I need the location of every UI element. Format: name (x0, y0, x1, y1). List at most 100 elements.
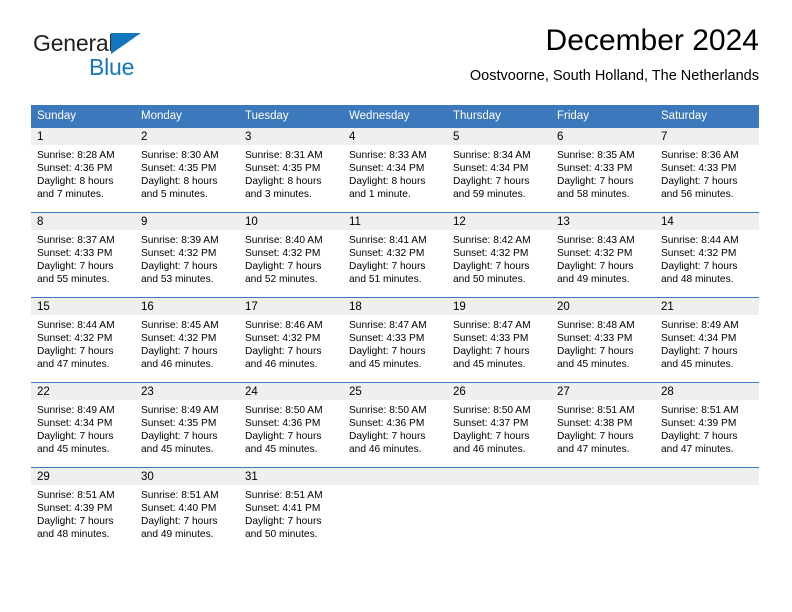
day-number: 3 (239, 128, 343, 145)
day-number (447, 468, 551, 485)
sunset-text: Sunset: 4:36 PM (37, 163, 113, 175)
sunset-text: Sunset: 4:32 PM (245, 333, 321, 345)
sunset-text: Sunset: 4:34 PM (349, 163, 425, 175)
day-cell[interactable]: 5 Sunrise: 8:34 AM Sunset: 4:34 PM Dayli… (447, 127, 551, 213)
daylight-text-line2: and 59 minutes. (453, 189, 526, 201)
day-cell[interactable]: 17 Sunrise: 8:46 AM Sunset: 4:32 PM Dayl… (239, 297, 343, 383)
day-number: 4 (343, 128, 447, 145)
calendar-week-row: 1 Sunrise: 8:28 AM Sunset: 4:36 PM Dayli… (31, 127, 759, 213)
day-number: 2 (135, 128, 239, 145)
day-cell[interactable]: 26 Sunrise: 8:50 AM Sunset: 4:37 PM Dayl… (447, 382, 551, 468)
day-details: Sunrise: 8:49 AM Sunset: 4:34 PM Dayligh… (31, 400, 135, 456)
day-cell[interactable]: 10 Sunrise: 8:40 AM Sunset: 4:32 PM Dayl… (239, 212, 343, 298)
day-cell[interactable]: 6 Sunrise: 8:35 AM Sunset: 4:33 PM Dayli… (551, 127, 655, 213)
day-details: Sunrise: 8:43 AM Sunset: 4:32 PM Dayligh… (551, 230, 655, 286)
day-cell[interactable]: 15 Sunrise: 8:44 AM Sunset: 4:32 PM Dayl… (31, 297, 135, 383)
calendar-week-row: 29 Sunrise: 8:51 AM Sunset: 4:39 PM Dayl… (31, 467, 759, 552)
day-cell[interactable]: 23 Sunrise: 8:49 AM Sunset: 4:35 PM Dayl… (135, 382, 239, 468)
day-cell[interactable]: 29 Sunrise: 8:51 AM Sunset: 4:39 PM Dayl… (31, 467, 135, 552)
calendar-page: General Blue December 2024 Oostvoorne, S… (0, 0, 792, 612)
day-number: 9 (135, 213, 239, 230)
daylight-text-line1: Daylight: 7 hours (661, 431, 738, 443)
sunrise-text: Sunrise: 8:51 AM (557, 405, 635, 416)
daylight-text-line1: Daylight: 7 hours (557, 346, 634, 358)
daylight-text-line1: Daylight: 7 hours (245, 261, 322, 273)
day-cell[interactable]: 24 Sunrise: 8:50 AM Sunset: 4:36 PM Dayl… (239, 382, 343, 468)
sunrise-text: Sunrise: 8:49 AM (37, 405, 115, 416)
day-details: Sunrise: 8:42 AM Sunset: 4:32 PM Dayligh… (447, 230, 551, 286)
daylight-text-line1: Daylight: 7 hours (141, 431, 218, 443)
day-cell[interactable]: 13 Sunrise: 8:43 AM Sunset: 4:32 PM Dayl… (551, 212, 655, 298)
sunset-text: Sunset: 4:33 PM (453, 333, 529, 345)
daylight-text-line1: Daylight: 7 hours (141, 346, 218, 358)
sunset-text: Sunset: 4:32 PM (245, 248, 321, 260)
sunset-text: Sunset: 4:32 PM (557, 248, 633, 260)
sunrise-text: Sunrise: 8:50 AM (245, 405, 323, 416)
day-cell[interactable]: 31 Sunrise: 8:51 AM Sunset: 4:41 PM Dayl… (239, 467, 343, 552)
day-details: Sunrise: 8:39 AM Sunset: 4:32 PM Dayligh… (135, 230, 239, 286)
general-blue-logo[interactable]: General Blue (33, 30, 213, 84)
sunrise-text: Sunrise: 8:42 AM (453, 235, 531, 246)
day-cell[interactable]: 19 Sunrise: 8:47 AM Sunset: 4:33 PM Dayl… (447, 297, 551, 383)
sunset-text: Sunset: 4:32 PM (349, 248, 425, 260)
sunrise-text: Sunrise: 8:51 AM (141, 490, 219, 501)
daylight-text-line1: Daylight: 7 hours (245, 346, 322, 358)
day-cell[interactable]: 7 Sunrise: 8:36 AM Sunset: 4:33 PM Dayli… (655, 127, 759, 213)
day-details: Sunrise: 8:51 AM Sunset: 4:40 PM Dayligh… (135, 485, 239, 541)
day-cell[interactable]: 30 Sunrise: 8:51 AM Sunset: 4:40 PM Dayl… (135, 467, 239, 552)
daylight-text-line2: and 47 minutes. (37, 359, 110, 371)
day-cell[interactable]: 8 Sunrise: 8:37 AM Sunset: 4:33 PM Dayli… (31, 212, 135, 298)
daylight-text-line2: and 45 minutes. (37, 444, 110, 456)
day-cell[interactable]: 22 Sunrise: 8:49 AM Sunset: 4:34 PM Dayl… (31, 382, 135, 468)
day-number: 17 (239, 298, 343, 315)
sunrise-text: Sunrise: 8:35 AM (557, 150, 635, 161)
day-cell[interactable]: 16 Sunrise: 8:45 AM Sunset: 4:32 PM Dayl… (135, 297, 239, 383)
day-number: 28 (655, 383, 759, 400)
sunrise-text: Sunrise: 8:43 AM (557, 235, 635, 246)
day-cell[interactable]: 4 Sunrise: 8:33 AM Sunset: 4:34 PM Dayli… (343, 127, 447, 213)
day-cell[interactable]: 2 Sunrise: 8:30 AM Sunset: 4:35 PM Dayli… (135, 127, 239, 213)
day-cell[interactable]: 21 Sunrise: 8:49 AM Sunset: 4:34 PM Dayl… (655, 297, 759, 383)
day-cell[interactable]: 25 Sunrise: 8:50 AM Sunset: 4:36 PM Dayl… (343, 382, 447, 468)
sunrise-text: Sunrise: 8:51 AM (661, 405, 739, 416)
daylight-text-line1: Daylight: 8 hours (141, 176, 218, 188)
day-details: Sunrise: 8:47 AM Sunset: 4:33 PM Dayligh… (343, 315, 447, 371)
day-number: 27 (551, 383, 655, 400)
day-details: Sunrise: 8:50 AM Sunset: 4:36 PM Dayligh… (239, 400, 343, 456)
daylight-text-line2: and 3 minutes. (245, 189, 312, 201)
daylight-text-line2: and 51 minutes. (349, 274, 422, 286)
sunrise-text: Sunrise: 8:30 AM (141, 150, 219, 161)
sunset-text: Sunset: 4:32 PM (141, 248, 217, 260)
day-details (655, 485, 759, 489)
day-details: Sunrise: 8:50 AM Sunset: 4:37 PM Dayligh… (447, 400, 551, 456)
daylight-text-line2: and 49 minutes. (141, 529, 214, 541)
day-details: Sunrise: 8:30 AM Sunset: 4:35 PM Dayligh… (135, 145, 239, 201)
day-cell[interactable]: 1 Sunrise: 8:28 AM Sunset: 4:36 PM Dayli… (31, 127, 135, 213)
day-cell[interactable]: 3 Sunrise: 8:31 AM Sunset: 4:35 PM Dayli… (239, 127, 343, 213)
day-details: Sunrise: 8:51 AM Sunset: 4:38 PM Dayligh… (551, 400, 655, 456)
calendar-table: Sunday Monday Tuesday Wednesday Thursday… (31, 105, 759, 552)
day-cell[interactable]: 18 Sunrise: 8:47 AM Sunset: 4:33 PM Dayl… (343, 297, 447, 383)
day-cell[interactable]: 9 Sunrise: 8:39 AM Sunset: 4:32 PM Dayli… (135, 212, 239, 298)
sunrise-text: Sunrise: 8:34 AM (453, 150, 531, 161)
day-cell[interactable]: 28 Sunrise: 8:51 AM Sunset: 4:39 PM Dayl… (655, 382, 759, 468)
day-cell[interactable]: 12 Sunrise: 8:42 AM Sunset: 4:32 PM Dayl… (447, 212, 551, 298)
logo-word-blue: Blue (89, 54, 135, 80)
weekday-header-wednesday: Wednesday (343, 105, 447, 128)
daylight-text-line1: Daylight: 7 hours (453, 346, 530, 358)
day-details: Sunrise: 8:31 AM Sunset: 4:35 PM Dayligh… (239, 145, 343, 201)
day-cell[interactable]: 14 Sunrise: 8:44 AM Sunset: 4:32 PM Dayl… (655, 212, 759, 298)
sunrise-text: Sunrise: 8:49 AM (141, 405, 219, 416)
day-cell[interactable]: 11 Sunrise: 8:41 AM Sunset: 4:32 PM Dayl… (343, 212, 447, 298)
day-number: 5 (447, 128, 551, 145)
daylight-text-line2: and 49 minutes. (557, 274, 630, 286)
daylight-text-line1: Daylight: 7 hours (245, 516, 322, 528)
daylight-text-line2: and 46 minutes. (349, 444, 422, 456)
sunrise-text: Sunrise: 8:48 AM (557, 320, 635, 331)
day-cell[interactable]: 27 Sunrise: 8:51 AM Sunset: 4:38 PM Dayl… (551, 382, 655, 468)
day-number (655, 468, 759, 485)
day-number: 30 (135, 468, 239, 485)
day-cell[interactable]: 20 Sunrise: 8:48 AM Sunset: 4:33 PM Dayl… (551, 297, 655, 383)
day-details: Sunrise: 8:44 AM Sunset: 4:32 PM Dayligh… (655, 230, 759, 286)
day-number: 22 (31, 383, 135, 400)
